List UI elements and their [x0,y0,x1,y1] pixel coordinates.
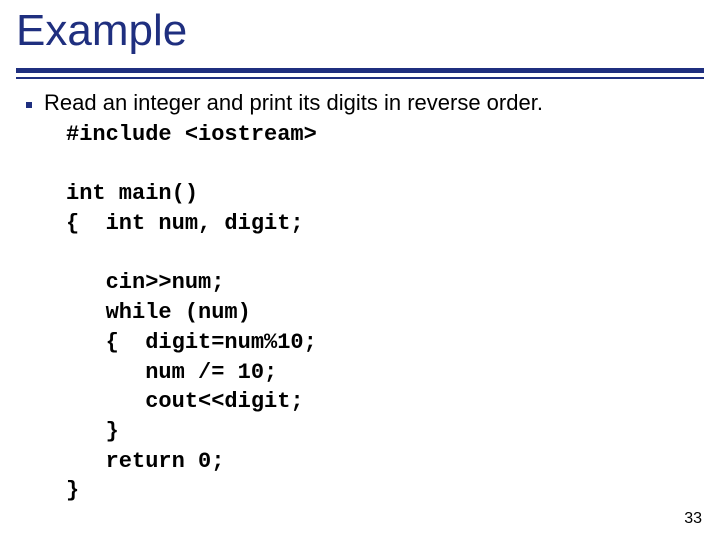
bullet-item: Read an integer and print its digits in … [26,90,700,116]
bullet-icon [26,102,32,108]
slide-title: Example [0,0,720,58]
title-rule-thick [16,68,704,73]
slide-body: Read an integer and print its digits in … [26,90,700,506]
bullet-text: Read an integer and print its digits in … [44,90,543,116]
code-block: #include <iostream> int main() { int num… [66,120,700,506]
title-rule-thin [16,77,704,79]
page-number: 33 [684,510,702,528]
slide: Example Read an integer and print its di… [0,0,720,540]
